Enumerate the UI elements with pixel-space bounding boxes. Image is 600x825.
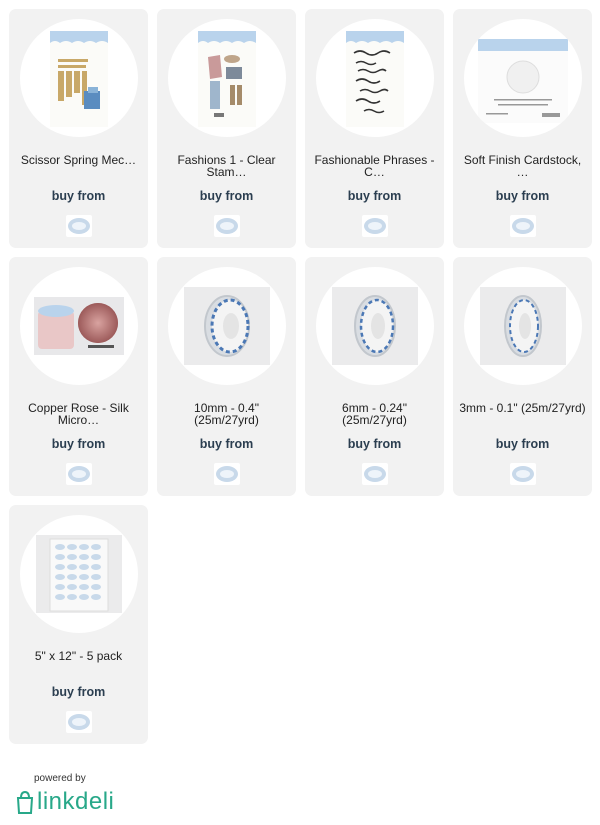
- clear-stamp-phrases-icon: [346, 31, 404, 127]
- product-card[interactable]: 3mm - 0.1" (25m/27yrd) buy from: [453, 257, 592, 496]
- product-card[interactable]: Copper Rose - Silk Micro… buy from: [9, 257, 148, 496]
- product-card[interactable]: Fashions 1 - Clear Stam… buy from: [157, 9, 296, 248]
- buy-from-link[interactable]: buy from: [453, 189, 592, 203]
- product-name: 10mm - 0.4" (25m/27yrd): [194, 401, 259, 427]
- shopping-bag-icon: [16, 790, 34, 814]
- product-image[interactable]: [464, 267, 582, 385]
- store-logo-icon[interactable]: [362, 215, 388, 237]
- clear-stamp-fashion-icon: [198, 31, 256, 127]
- product-card[interactable]: 6mm - 0.24" (25m/27yrd) buy from: [305, 257, 444, 496]
- product-card[interactable]: 10mm - 0.4" (25m/27yrd) buy from: [157, 257, 296, 496]
- store-logo-icon[interactable]: [362, 463, 388, 485]
- glitter-jar-icon: [34, 297, 124, 355]
- die-set-package-icon: [50, 31, 108, 127]
- store-logo-icon[interactable]: [510, 215, 536, 237]
- product-image[interactable]: [20, 515, 138, 633]
- buy-from-link[interactable]: buy from: [305, 189, 444, 203]
- linkdeli-logo[interactable]: linkdeli: [15, 788, 114, 816]
- product-name: Soft Finish Cardstock, …: [463, 153, 582, 179]
- product-card[interactable]: Scissor Spring Mec… buy from: [9, 9, 148, 248]
- product-image[interactable]: [168, 267, 286, 385]
- product-grid: Scissor Spring Mec… buy from Fashions 1 …: [9, 9, 597, 744]
- product-card[interactable]: 5" x 12" - 5 pack buy from: [9, 505, 148, 744]
- tape-roll-icon: [184, 287, 270, 365]
- product-name: Fashionable Phrases - C…: [314, 153, 435, 179]
- buy-from-link[interactable]: buy from: [157, 189, 296, 203]
- product-card[interactable]: Soft Finish Cardstock, … buy from: [453, 9, 592, 248]
- product-image[interactable]: [316, 267, 434, 385]
- brand-name: linkdeli: [37, 788, 115, 815]
- product-name: Scissor Spring Mec…: [20, 153, 137, 167]
- product-name: Fashions 1 - Clear Stam…: [177, 153, 276, 179]
- product-image[interactable]: [168, 19, 286, 137]
- buy-from-link[interactable]: buy from: [305, 437, 444, 451]
- buy-from-link[interactable]: buy from: [9, 189, 148, 203]
- store-logo-icon[interactable]: [66, 215, 92, 237]
- buy-from-link[interactable]: buy from: [9, 437, 148, 451]
- buy-from-link[interactable]: buy from: [453, 437, 592, 451]
- product-name: 6mm - 0.24" (25m/27yrd): [342, 401, 407, 427]
- product-image[interactable]: [20, 19, 138, 137]
- adhesive-sheet-icon: [36, 535, 122, 613]
- store-logo-icon[interactable]: [66, 463, 92, 485]
- powered-by-label: powered by: [34, 773, 86, 784]
- product-image[interactable]: [464, 19, 582, 137]
- store-logo-icon[interactable]: [510, 463, 536, 485]
- product-image[interactable]: [20, 267, 138, 385]
- product-name: Copper Rose - Silk Micro…: [28, 401, 129, 427]
- store-logo-icon[interactable]: [66, 711, 92, 733]
- product-card[interactable]: Fashionable Phrases - C… buy from: [305, 9, 444, 248]
- tape-roll-icon: [332, 287, 418, 365]
- tape-roll-icon: [480, 287, 566, 365]
- buy-from-link[interactable]: buy from: [157, 437, 296, 451]
- product-name: 5" x 12" - 5 pack: [34, 649, 123, 663]
- cardstock-package-icon: [478, 39, 568, 123]
- buy-from-link[interactable]: buy from: [9, 685, 148, 699]
- product-name: 3mm - 0.1" (25m/27yrd): [459, 401, 586, 415]
- store-logo-icon[interactable]: [214, 215, 240, 237]
- product-image[interactable]: [316, 19, 434, 137]
- store-logo-icon[interactable]: [214, 463, 240, 485]
